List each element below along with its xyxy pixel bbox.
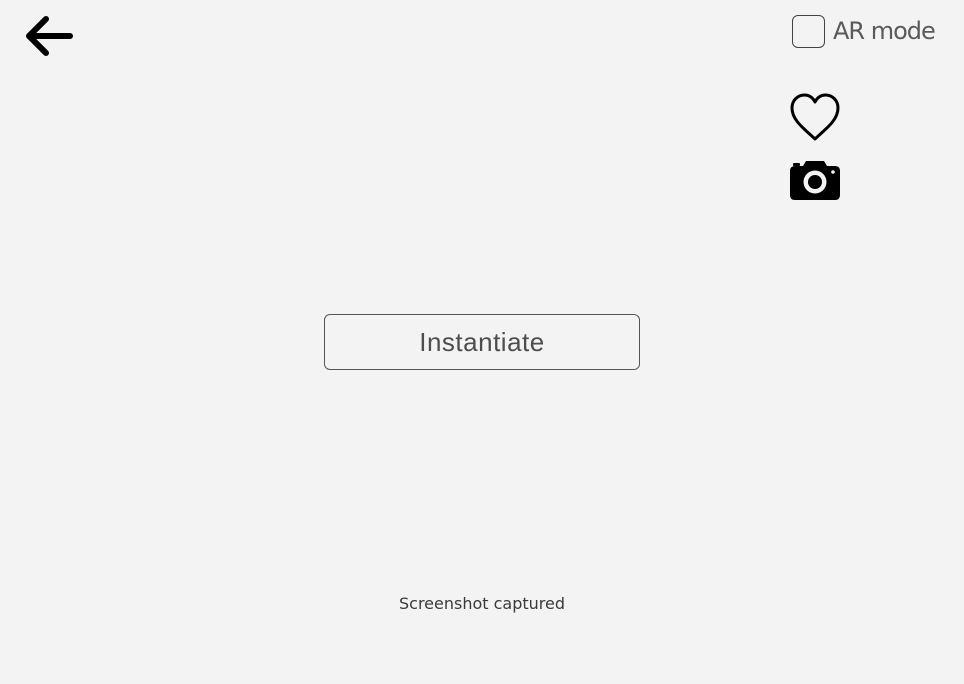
camera-button[interactable] <box>786 155 844 203</box>
ar-mode-toggle[interactable]: AR mode <box>792 13 936 49</box>
instantiate-button[interactable]: Instantiate <box>324 314 640 370</box>
status-message: Screenshot captured <box>398 594 566 613</box>
heart-outline-icon <box>790 93 840 141</box>
ar-mode-checkbox[interactable] <box>792 14 825 48</box>
back-button[interactable] <box>18 12 76 60</box>
favorite-button[interactable] <box>786 92 844 144</box>
arrow-left-icon <box>26 16 73 56</box>
ar-viewer-screen: AR mode Instantiate Screenshot captured <box>0 0 964 684</box>
camera-icon <box>790 161 840 200</box>
ar-mode-label: AR mode <box>833 17 936 45</box>
